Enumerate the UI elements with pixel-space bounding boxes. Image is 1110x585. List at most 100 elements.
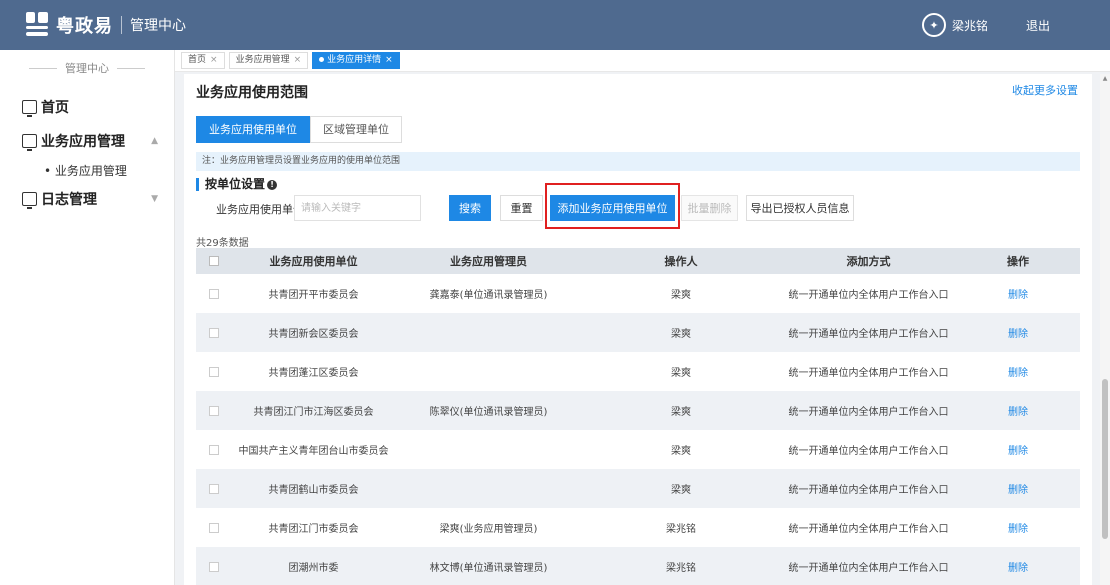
- user-name[interactable]: 梁兆铭: [952, 17, 988, 34]
- select-all-checkbox[interactable]: [208, 256, 219, 266]
- row-checkbox[interactable]: [208, 405, 219, 416]
- active-dot-icon: [319, 57, 325, 62]
- tab-app-management[interactable]: 业务应用管理 ×: [228, 52, 309, 69]
- column-header-action: 操作: [1007, 255, 1029, 268]
- delete-link[interactable]: 删除: [1008, 563, 1028, 574]
- brand-name: 粤政易: [56, 16, 113, 37]
- info-icon[interactable]: !: [267, 179, 278, 190]
- logout-button[interactable]: 退出: [1026, 17, 1050, 34]
- row-select-cell: [196, 561, 231, 572]
- row-checkbox[interactable]: [208, 483, 219, 494]
- delete-link[interactable]: 删除: [1008, 329, 1028, 340]
- scrollbar-thumb[interactable]: [1102, 379, 1108, 539]
- row-checkbox[interactable]: [208, 522, 219, 533]
- action-cell: 删除: [956, 481, 1080, 496]
- row-select-cell: [196, 483, 231, 494]
- logo-icon: [26, 12, 48, 38]
- table-row: 团潮州市委 林文博(单位通讯录管理员) 梁兆铭 统一开通单位内全体用户工作台入口…: [196, 547, 1080, 585]
- action-cell: 删除: [956, 559, 1080, 574]
- method-cell: 统一开通单位内全体用户工作台入口: [788, 563, 949, 574]
- operator-cell: 梁爽: [671, 485, 691, 496]
- tab-app-detail[interactable]: 业务应用详情 ×: [312, 52, 400, 69]
- method-cell: 统一开通单位内全体用户工作台入口: [788, 368, 949, 379]
- search-button[interactable]: 搜索: [449, 195, 491, 221]
- row-checkbox[interactable]: [208, 561, 219, 572]
- method-cell: 统一开通单位内全体用户工作台入口: [788, 524, 949, 535]
- usage-units-table: 业务应用使用单位 业务应用管理员 操作人 添加方式 操作 共青团开平市委员会 龚…: [196, 248, 1080, 585]
- action-cell: 删除: [956, 286, 1080, 301]
- sidebar-item-home[interactable]: 首页: [0, 92, 174, 122]
- column-header-operator: 操作人: [664, 255, 698, 268]
- method-cell: 统一开通单位内全体用户工作台入口: [788, 485, 949, 496]
- row-checkbox[interactable]: [208, 444, 219, 455]
- tab-label: 业务应用详情: [327, 55, 382, 65]
- delete-link[interactable]: 删除: [1008, 446, 1028, 457]
- section-title: 按单位设置!: [196, 177, 278, 191]
- admin-cell: 林文博(单位通讯录管理员): [429, 563, 548, 574]
- brand-divider: [121, 16, 122, 34]
- sidebar-item-log-management[interactable]: 日志管理 ▼: [0, 184, 174, 214]
- table-row: 共青团鹤山市委员会 梁爽 统一开通单位内全体用户工作台入口 删除: [196, 469, 1080, 508]
- row-select-cell: [196, 288, 231, 299]
- delete-link[interactable]: 删除: [1008, 485, 1028, 496]
- tab-usage-units[interactable]: 业务应用使用单位: [196, 116, 310, 143]
- operator-cell: 梁兆铭: [666, 524, 696, 535]
- tab-label: 首页: [188, 55, 207, 65]
- monitor-icon: [22, 192, 37, 209]
- row-checkbox[interactable]: [208, 327, 219, 338]
- table-row: 共青团蓬江区委员会 梁爽 统一开通单位内全体用户工作台入口 删除: [196, 352, 1080, 391]
- action-cell: 删除: [956, 325, 1080, 340]
- close-icon[interactable]: ×: [294, 55, 302, 65]
- table-row: 共青团江门市江海区委员会 陈翠仪(单位通讯录管理员) 梁爽 统一开通单位内全体用…: [196, 391, 1080, 430]
- row-select-cell: [196, 522, 231, 533]
- avatar-icon[interactable]: ✦: [921, 13, 946, 37]
- unit-cell: 共青团江门市委员会: [268, 524, 359, 535]
- tab-region-units[interactable]: 区域管理单位: [310, 116, 402, 143]
- reset-button[interactable]: 重置: [500, 195, 543, 221]
- sidebar-subitem-app-management[interactable]: • 业务应用管理: [0, 156, 174, 184]
- scroll-up-icon[interactable]: ▲: [1100, 74, 1110, 84]
- unit-search-input[interactable]: [294, 195, 421, 221]
- method-cell: 统一开通单位内全体用户工作台入口: [788, 407, 949, 418]
- row-select-cell: [196, 444, 231, 455]
- user-area: ✦ 梁兆铭 退出: [921, 13, 1050, 37]
- tab-home[interactable]: 首页 ×: [181, 52, 225, 69]
- column-header-method: 添加方式: [846, 255, 891, 268]
- select-all-cell: [196, 256, 231, 266]
- sidebar-item-app-management[interactable]: 业务应用管理 ▲: [0, 126, 174, 156]
- row-checkbox[interactable]: [208, 288, 219, 299]
- unit-cell: 共青团开平市委员会: [268, 290, 359, 301]
- batch-delete-button[interactable]: 批量删除: [681, 195, 738, 221]
- collapse-settings-link[interactable]: 收起更多设置: [1012, 82, 1078, 98]
- row-checkbox[interactable]: [208, 366, 219, 377]
- sidebar: 管理中心 首页 业务应用管理 ▲ • 业务应用管理 日志管理 ▼: [0, 50, 175, 585]
- unit-cell: 中国共产主义青年团台山市委员会: [238, 446, 389, 457]
- delete-link[interactable]: 删除: [1008, 290, 1028, 301]
- close-icon[interactable]: ×: [210, 55, 218, 65]
- operator-cell: 梁爽: [671, 446, 691, 457]
- sidebar-item-label: 业务应用管理: [41, 134, 125, 150]
- brand-subtitle: 管理中心: [130, 18, 186, 34]
- table-header: 业务应用使用单位 业务应用管理员 操作人 添加方式 操作: [196, 248, 1080, 274]
- tab-label: 业务应用管理: [235, 55, 290, 65]
- close-icon[interactable]: ×: [385, 55, 393, 65]
- action-cell: 删除: [956, 403, 1080, 418]
- column-header-unit: 业务应用使用单位: [269, 255, 358, 268]
- delete-link[interactable]: 删除: [1008, 368, 1028, 379]
- section-title-text: 按单位设置: [205, 177, 266, 191]
- delete-link[interactable]: 删除: [1008, 524, 1028, 535]
- page-title: 业务应用使用范围: [196, 85, 308, 101]
- export-authorized-users-button[interactable]: 导出已授权人员信息: [746, 195, 854, 221]
- page-scrollbar[interactable]: ▲: [1100, 74, 1110, 585]
- row-select-cell: [196, 366, 231, 377]
- top-header: 粤政易 管理中心 ✦ 梁兆铭 退出: [0, 0, 1110, 50]
- highlight-box: [545, 183, 680, 229]
- action-cell: 删除: [956, 520, 1080, 535]
- record-count: 共29条数据: [196, 238, 249, 249]
- notice-banner: 注：业务应用管理员设置业务应用的使用单位范围: [196, 152, 1080, 171]
- delete-link[interactable]: 删除: [1008, 407, 1028, 418]
- app-icon: [22, 134, 37, 151]
- chevron-up-icon: ▲: [151, 136, 158, 146]
- row-select-cell: [196, 405, 231, 416]
- scope-tabs: 业务应用使用单位 区域管理单位: [196, 116, 402, 143]
